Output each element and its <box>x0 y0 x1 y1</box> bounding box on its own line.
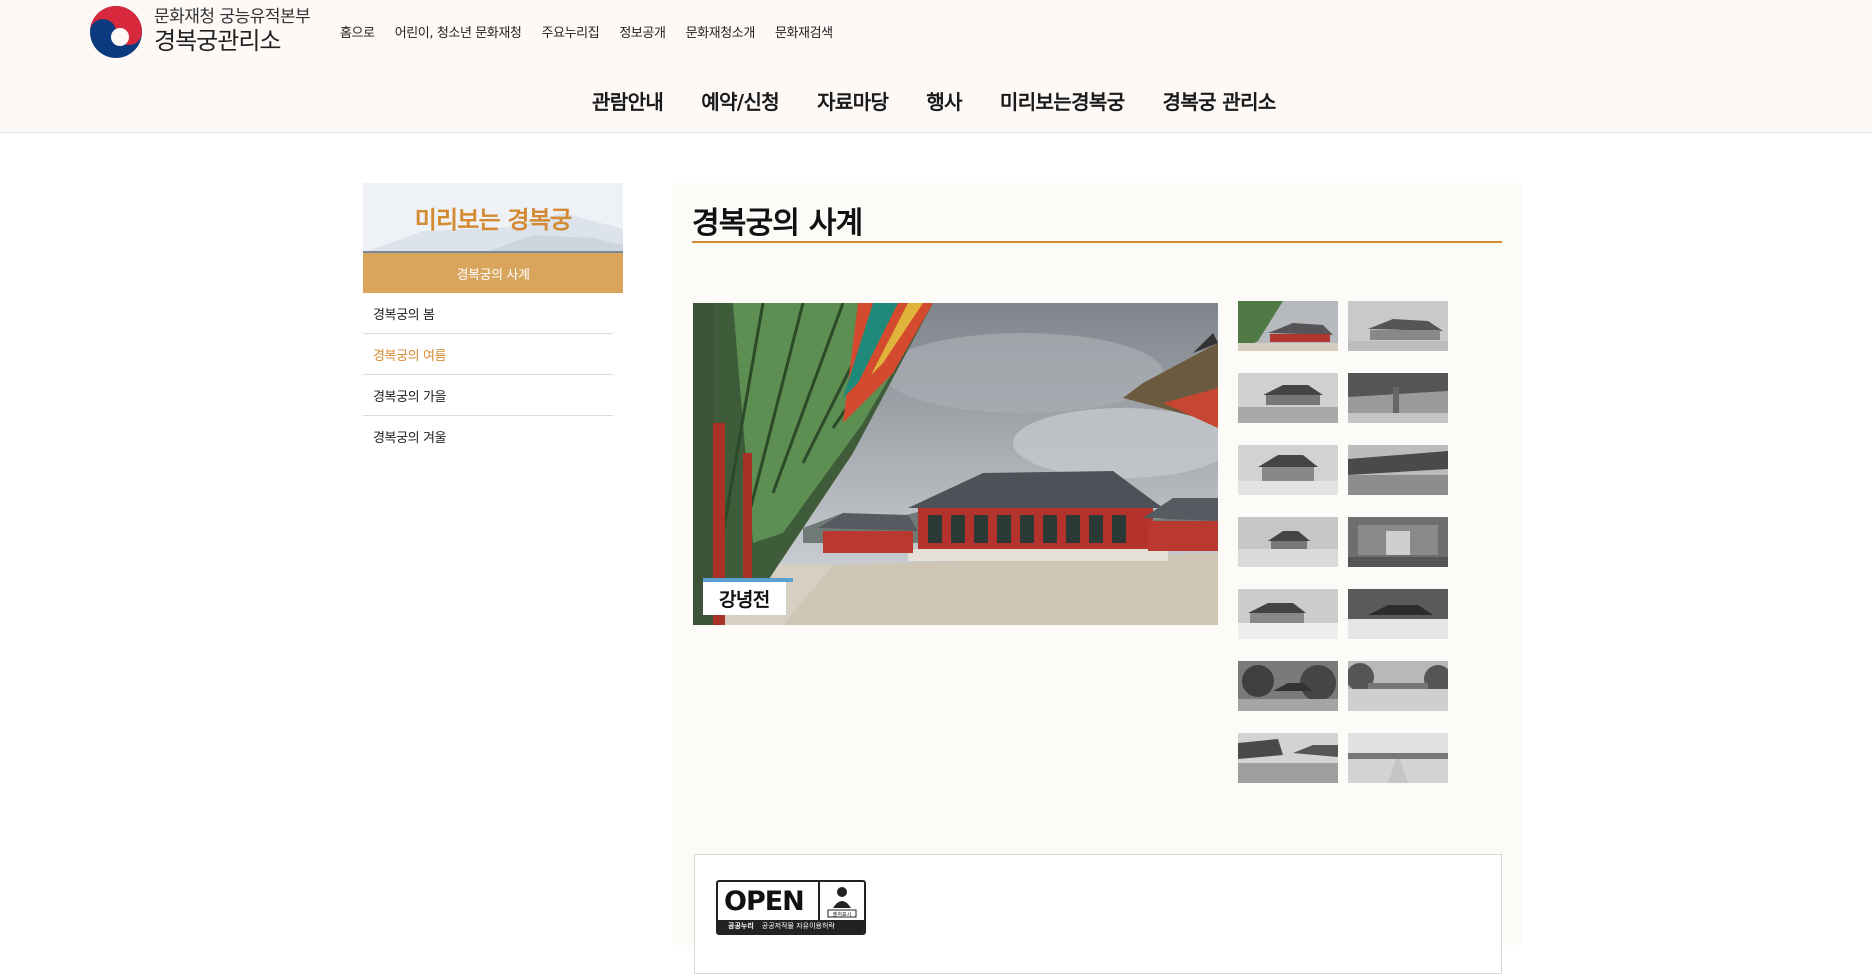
thumbnail-11[interactable] <box>1238 661 1338 711</box>
taegeuk-logo-icon <box>88 4 144 60</box>
util-link-disclosure[interactable]: 정보공개 <box>619 22 666 41</box>
main-nav-reservation[interactable]: 예약/신청 <box>701 86 780 115</box>
license-box: OPEN 출처표시 공공누리 공공저작물 자유이용허락 <box>694 854 1502 974</box>
thumbnail-5[interactable] <box>1238 445 1338 495</box>
sidebar: 미리보는 경복궁 경복궁의 사계 경복궁의 봄 경복궁의 여름 경복궁의 가을 … <box>363 183 623 457</box>
thumbnail-13[interactable] <box>1238 733 1338 783</box>
thumbnail-9[interactable] <box>1238 589 1338 639</box>
thumbnail-7[interactable] <box>1238 517 1338 567</box>
utility-nav: 홈으로 어린이, 청소년 문화재청 주요누리집 정보공개 문화재청소개 문화재검… <box>340 22 833 41</box>
site-header: 문화재청 궁능유적본부 경복궁관리소 홈으로 어린이, 청소년 문화재청 주요누… <box>0 0 1872 133</box>
util-link-home[interactable]: 홈으로 <box>340 22 375 41</box>
sidebar-item-spring[interactable]: 경복궁의 봄 <box>363 293 613 334</box>
main-gallery-photo: 강녕전 <box>693 303 1218 625</box>
thumbnail-6[interactable] <box>1348 445 1448 495</box>
main-nav-events[interactable]: 행사 <box>926 86 962 115</box>
site-logo[interactable]: 문화재청 궁능유적본부 경복궁관리소 <box>88 4 328 60</box>
main-content: 경복궁의 사계 강녕전 OPEN 출처표시 공공누리 공공저작물 자유이용허락 <box>672 183 1522 974</box>
kogl-label: 공공누리 <box>728 922 754 930</box>
main-nav-office[interactable]: 경복궁 관리소 <box>1163 86 1277 115</box>
open-badge-word: OPEN <box>724 886 805 917</box>
util-link-major-sites[interactable]: 주요누리집 <box>542 22 600 41</box>
kogl-open-badge[interactable]: OPEN 출처표시 공공누리 공공저작물 자유이용허락 <box>716 880 866 935</box>
badge-small-text: 출처표시 <box>833 911 851 918</box>
thumbnail-14[interactable] <box>1348 733 1448 783</box>
thumbnail-8[interactable] <box>1348 517 1448 567</box>
sidebar-section-four-seasons[interactable]: 경복궁의 사계 <box>363 253 623 293</box>
main-nav-visit-guide[interactable]: 관람안내 <box>592 86 664 115</box>
logo-org-name: 문화재청 궁능유적본부 <box>154 6 311 27</box>
sidebar-item-autumn[interactable]: 경복궁의 가을 <box>363 375 613 416</box>
thumbnail-12[interactable] <box>1348 661 1448 711</box>
util-link-about[interactable]: 문화재청소개 <box>686 22 756 41</box>
photo-caption: 강녕전 <box>703 582 786 615</box>
person-icon: 출처표시 <box>818 882 864 922</box>
sidebar-item-summer[interactable]: 경복궁의 여름 <box>363 334 613 375</box>
util-link-search[interactable]: 문화재검색 <box>775 22 833 41</box>
util-link-kids[interactable]: 어린이, 청소년 문화재청 <box>395 22 522 41</box>
sidebar-header: 미리보는 경복궁 <box>363 183 623 253</box>
sidebar-menu: 경복궁의 봄 경복궁의 여름 경복궁의 가을 경복궁의 겨울 <box>363 293 613 457</box>
thumbnail-3[interactable] <box>1238 373 1338 423</box>
page-title: 경복궁의 사계 <box>692 198 1502 243</box>
gangnyeongjeon-photo <box>693 303 1218 625</box>
open-badge-footer: 공공누리 공공저작물 자유이용허락 <box>718 920 864 933</box>
thumbnail-4[interactable] <box>1348 373 1448 423</box>
thumbnail-10[interactable] <box>1348 589 1448 639</box>
thumbnail-2[interactable] <box>1348 301 1448 351</box>
thumbnail-grid <box>1238 301 1448 783</box>
main-nav-resources[interactable]: 자료마당 <box>817 86 889 115</box>
sidebar-item-winter[interactable]: 경복궁의 겨울 <box>363 416 613 457</box>
main-nav: 관람안내 예약/신청 자료마당 행사 미리보는경복궁 경복궁 관리소 <box>592 86 1276 115</box>
main-nav-preview[interactable]: 미리보는경복궁 <box>1000 86 1125 115</box>
kogl-text: 공공저작물 자유이용허락 <box>761 922 835 930</box>
thumbnail-1[interactable] <box>1238 301 1338 351</box>
sidebar-title: 미리보는 경복궁 <box>414 205 572 234</box>
logo-site-name: 경복궁관리소 <box>154 27 281 56</box>
